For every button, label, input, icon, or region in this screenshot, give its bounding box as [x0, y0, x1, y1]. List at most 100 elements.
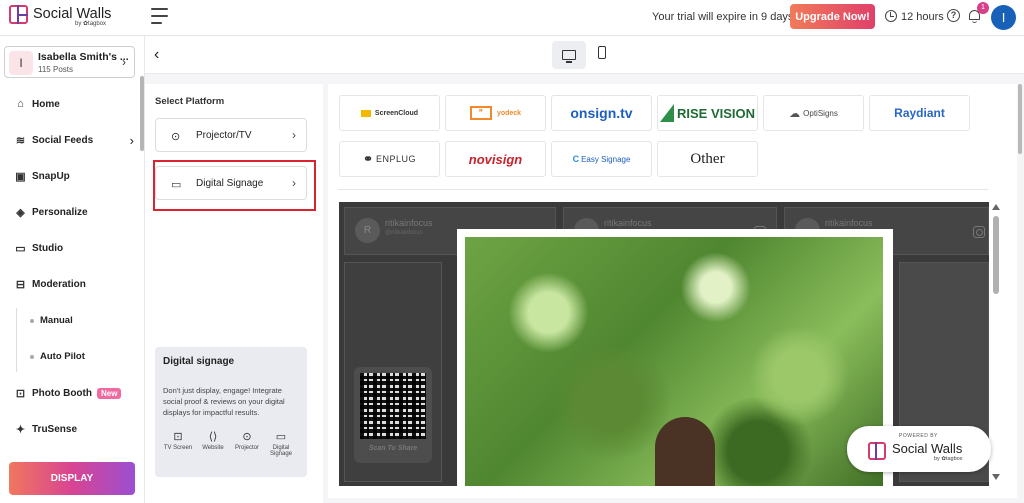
optisigns-logo-icon: ☁ — [789, 107, 801, 120]
user-avatar[interactable]: I — [991, 5, 1016, 30]
account-name: Isabella Smith's ... — [38, 51, 129, 63]
snapup-icon: ▣ — [15, 170, 26, 183]
sidebar-item-social-feeds[interactable]: ≋ Social Feeds › — [14, 131, 134, 149]
tv-screen-item: ⊡ TV Screen — [163, 431, 193, 451]
post-username: ritikainfocus — [385, 218, 433, 228]
main-area: ‹ Select Platform ⊙ Projector/TV › ▭ Dig… — [145, 36, 1024, 503]
chevron-right-icon: › — [129, 132, 134, 148]
sparkle-icon: ✦ — [15, 423, 26, 436]
platform-tile-enplug[interactable]: ⚭ ENPLUG — [339, 141, 440, 177]
social-walls-logo-icon — [868, 442, 886, 460]
projector-item: ⊙ Projector — [232, 430, 262, 451]
platform-option-projector-tv[interactable]: ⊙ Projector/TV › — [155, 118, 307, 152]
account-switcher[interactable]: I Isabella Smith's ... 115 Posts › — [4, 46, 135, 78]
sidebar-item-trusense[interactable]: ✦ TruSense — [14, 420, 77, 438]
account-avatar: I — [9, 51, 33, 75]
post-handle: @ritikainfocus — [385, 230, 423, 236]
help-icon[interactable]: ? — [947, 9, 960, 22]
code-icon: ⟨⟩ — [208, 431, 218, 443]
sidebar-item-snapup[interactable]: ▣ SnapUp — [14, 167, 69, 185]
platform-tile-rise-vision[interactable]: RISE VISION — [657, 95, 758, 131]
trial-notice: Your trial will expire in 9 days. — [652, 11, 797, 23]
rise-vision-logo-icon — [659, 104, 674, 122]
home-icon: ⌂ — [17, 98, 24, 110]
digital-signage-item: ▭ Digital Signage — [266, 430, 296, 457]
remaining-hours: 12 hours — [901, 11, 944, 23]
hamburger-menu-icon[interactable] — [151, 8, 168, 24]
easy-signage-logo-icon: C — [572, 154, 580, 164]
divider — [338, 189, 988, 190]
platform-tile-screencloud[interactable]: ScreenCloud — [339, 95, 440, 131]
card-description: Don't just display, engage! Integrate so… — [163, 386, 285, 417]
powered-brand-name: Social Walls — [892, 441, 963, 456]
platform-tile-optisigns[interactable]: ☁ OptiSigns — [763, 95, 864, 131]
scroll-thumb[interactable] — [993, 216, 999, 294]
moderation-icon: ⊟ — [15, 278, 26, 291]
yodeck-logo-icon: ❞ — [469, 106, 492, 120]
mobile-view-icon[interactable] — [598, 46, 606, 59]
scroll-down-arrow-icon[interactable] — [992, 474, 1000, 480]
chevron-right-icon: › — [292, 128, 296, 142]
post-username: ritikainfocus — [604, 218, 652, 228]
upgrade-button[interactable]: Upgrade Now! — [790, 4, 875, 29]
digital-signage-info-card: Digital signage Don't just display, enga… — [155, 347, 307, 477]
powered-by-badge: POWERED BY Social Walls by ✿tagbox — [847, 426, 991, 472]
preview-scrollbar[interactable] — [989, 202, 1003, 486]
enplug-logo-icon: ⚭ — [362, 152, 374, 166]
top-header: Social Walls by ✿tagbox Your trial will … — [0, 0, 1024, 36]
instagram-icon — [973, 226, 985, 238]
qr-label: Scan To Share — [368, 445, 418, 452]
post-avatar: R — [355, 218, 380, 243]
post-username: ritikainfocus — [825, 218, 873, 228]
sidebar-item-personalize[interactable]: ◈ Personalize — [14, 203, 87, 221]
sidebar: I Isabella Smith's ... 115 Posts › ⌂ Home… — [0, 36, 145, 503]
display-button[interactable]: DISPLAY — [9, 462, 135, 495]
signage-icon: ▭ — [275, 431, 287, 443]
sidebar-item-moderation[interactable]: ⊟ Moderation — [14, 275, 86, 293]
main-scrollbar[interactable] — [1018, 84, 1022, 154]
platform-tile-onsign[interactable]: onsign.tv — [551, 95, 652, 131]
sidebar-scrollbar[interactable] — [140, 76, 144, 151]
desktop-view-button[interactable] — [552, 41, 586, 69]
paint-bucket-icon: ◈ — [16, 206, 25, 219]
sidebar-item-home[interactable]: ⌂ Home — [14, 95, 60, 113]
photo-booth-icon: ⊡ — [15, 387, 26, 400]
notification-count-badge: 1 — [977, 2, 989, 14]
post-photo — [465, 237, 883, 486]
platform-tile-easy-signage[interactable]: C Easy Signage — [551, 141, 652, 177]
website-item: ⟨⟩ Website — [198, 430, 228, 451]
powered-by-text: POWERED BY — [899, 433, 938, 439]
new-badge: New — [96, 387, 122, 399]
preview-toolbar: ‹ — [145, 36, 1024, 74]
sidebar-subitem-manual[interactable]: Manual — [30, 315, 73, 326]
platform-tile-novisign[interactable]: novisign — [445, 141, 546, 177]
qr-code-icon — [360, 373, 426, 439]
card-title: Digital signage — [163, 356, 235, 367]
platform-tile-yodeck[interactable]: ❞ yodeck — [445, 95, 546, 131]
layers-icon: ≋ — [15, 134, 26, 147]
preview-panel: ScreenCloud ❞ yodeck onsign.tv RISE VISI… — [328, 84, 1017, 498]
projector-icon: ⊙ — [242, 431, 252, 443]
account-posts-count: 115 Posts — [38, 65, 73, 74]
platform-tile-other[interactable]: Other — [657, 141, 758, 177]
qr-code-panel: Scan To Share — [354, 367, 432, 463]
platform-panel: Select Platform ⊙ Projector/TV › ▭ Digit… — [145, 84, 323, 503]
scroll-up-arrow-icon[interactable] — [992, 204, 1000, 210]
platform-tile-raydiant[interactable]: Raydiant — [869, 95, 970, 131]
sidebar-subitem-auto-pilot[interactable]: Auto Pilot — [30, 351, 85, 362]
tv-icon: ⊡ — [173, 431, 183, 443]
powered-brand-by: by ✿tagbox — [934, 456, 963, 462]
select-platform-title: Select Platform — [155, 96, 225, 107]
screencloud-logo-icon — [360, 109, 371, 117]
monitor-icon: ▭ — [15, 242, 26, 255]
highlighted-post — [457, 229, 893, 486]
sidebar-item-photo-booth[interactable]: ⊡ Photo Booth New — [14, 384, 122, 402]
brand-by: by ✿tagbox — [75, 21, 107, 27]
clock-icon — [885, 10, 897, 22]
back-arrow-icon[interactable]: ‹ — [154, 46, 159, 64]
sidebar-item-studio[interactable]: ▭ Studio — [14, 239, 63, 257]
chevron-right-icon: › — [122, 55, 126, 69]
selection-highlight — [153, 160, 316, 211]
card-icon-row: ⊡ TV Screen ⟨⟩ Website ⊙ Projector ▭ Digital… — [155, 430, 307, 466]
desktop-icon — [562, 50, 576, 63]
